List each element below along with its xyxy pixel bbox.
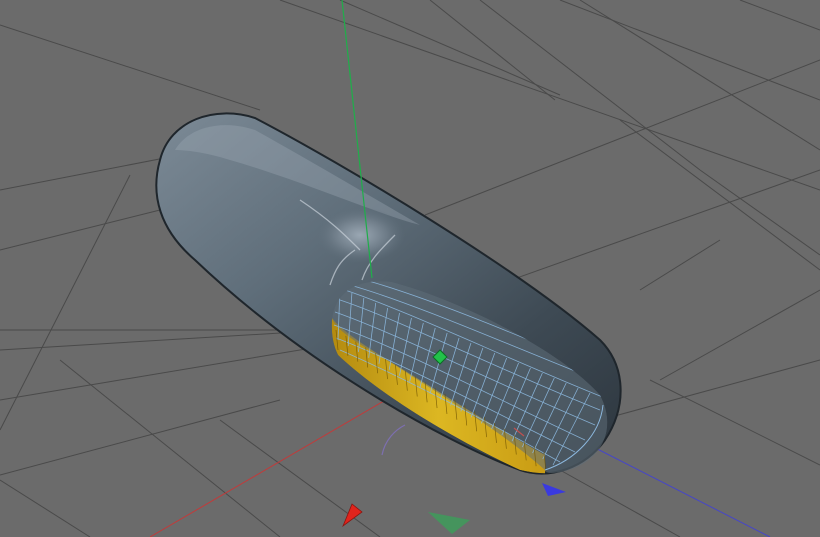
x-axis-handle[interactable]	[342, 503, 363, 528]
capsule-object[interactable]	[155, 112, 622, 475]
x-axis-line	[149, 379, 421, 537]
3d-viewport[interactable]	[0, 0, 820, 537]
pinch-highlight	[315, 207, 405, 263]
y-axis-handle[interactable]	[428, 512, 470, 534]
viewport-canvas[interactable]	[0, 0, 820, 537]
z-axis-handle[interactable]	[542, 483, 566, 496]
rotation-arc-hint	[381, 424, 406, 456]
